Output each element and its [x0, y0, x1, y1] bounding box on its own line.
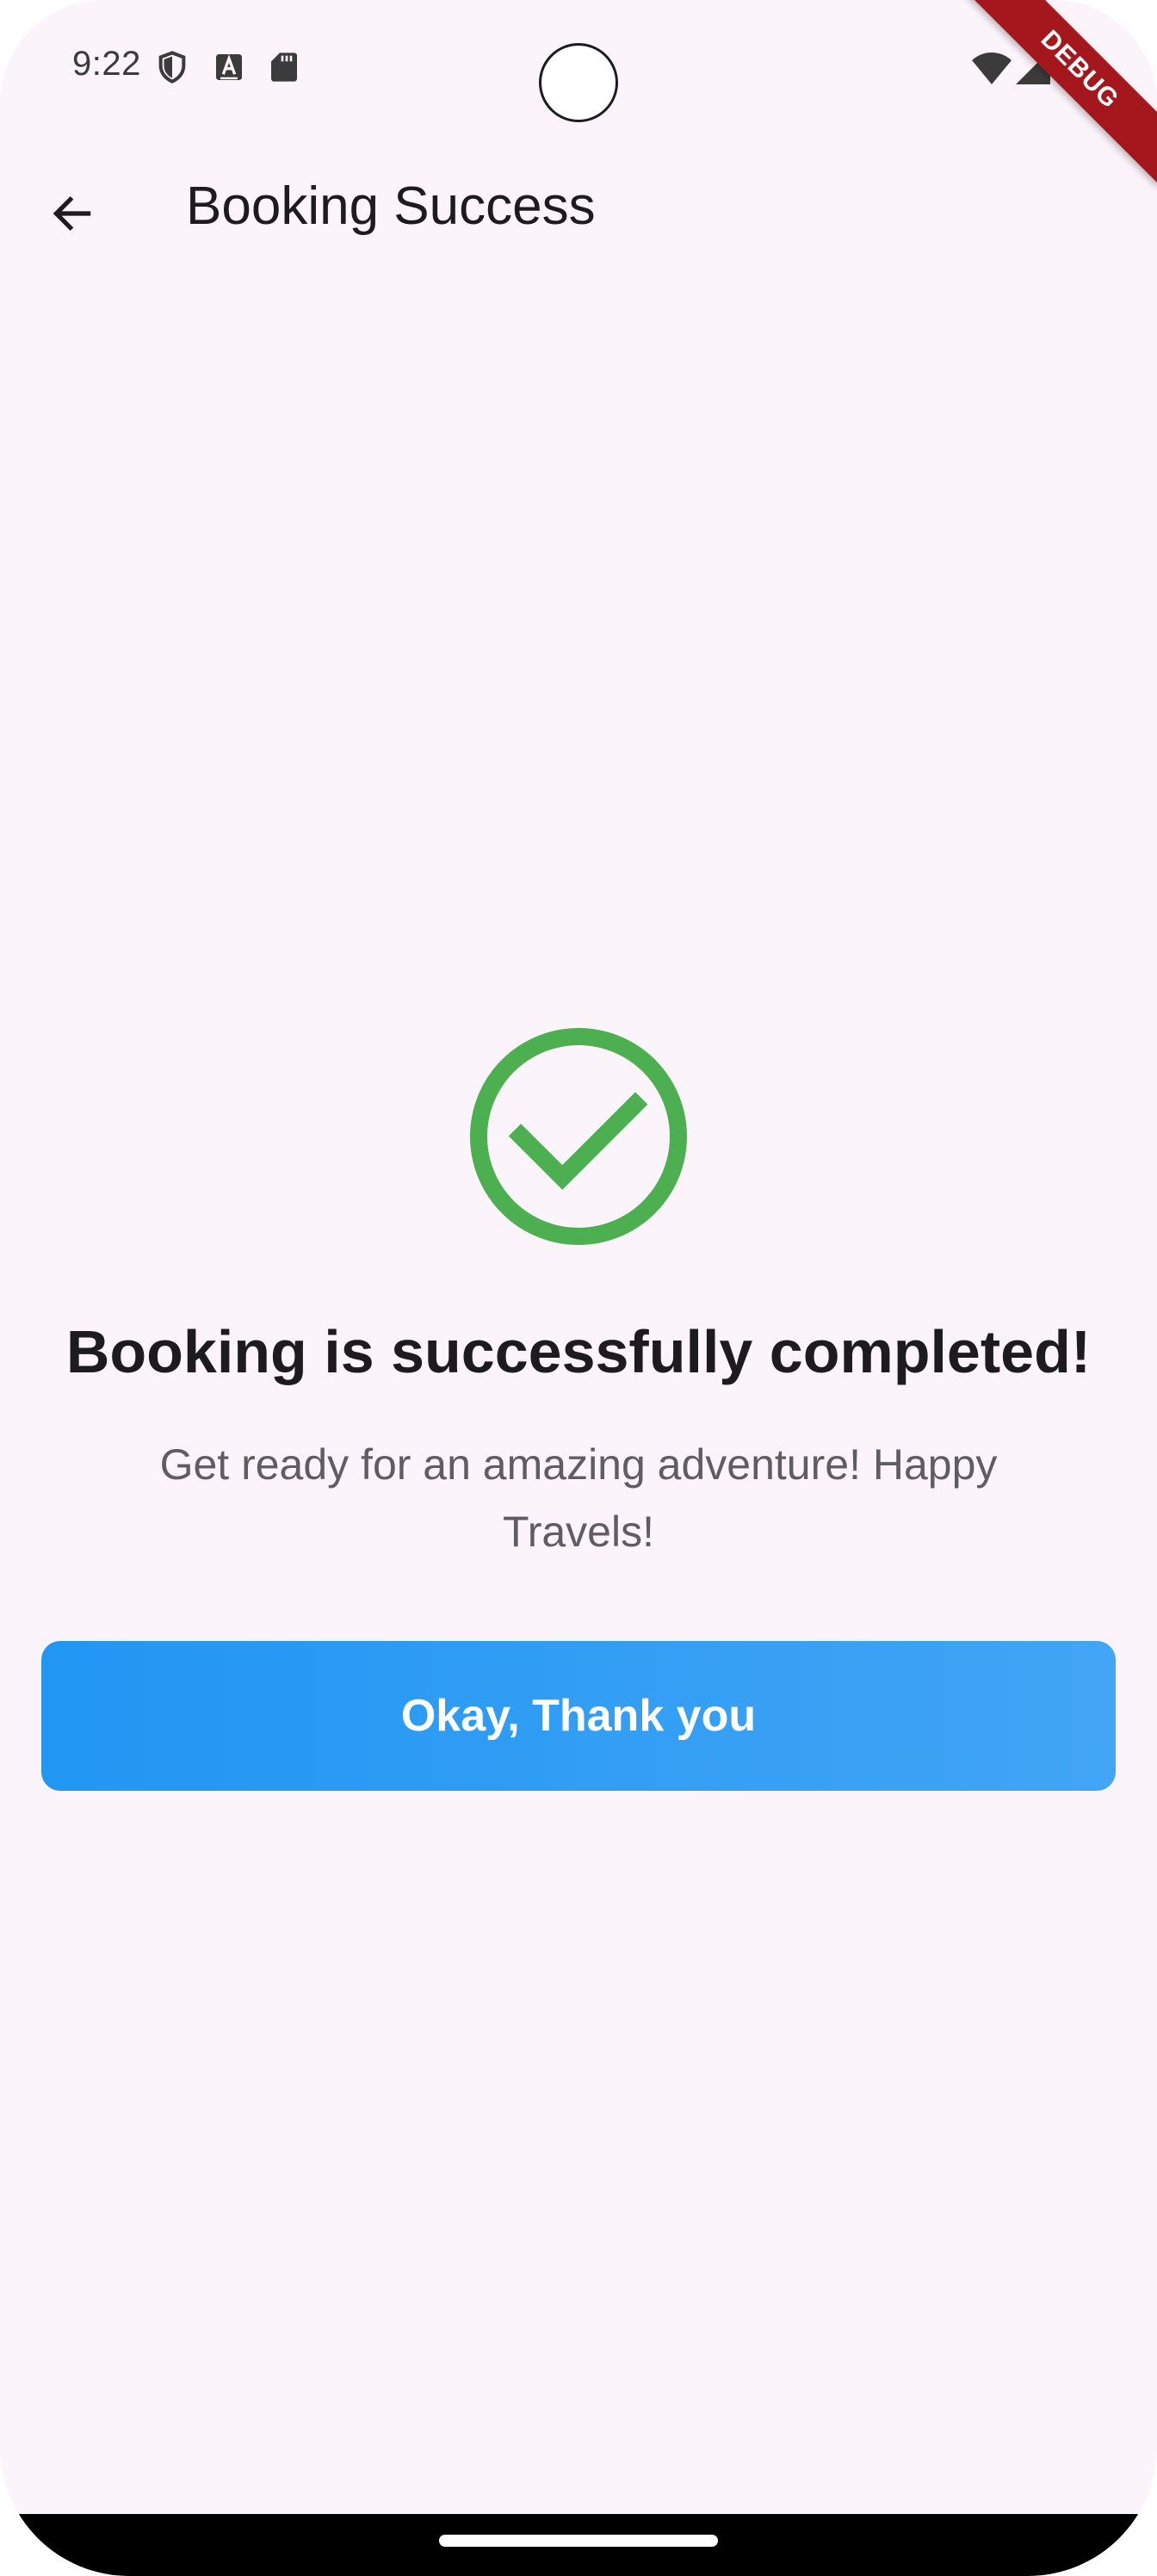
- check-circle-icon: [468, 1026, 689, 1247]
- status-time: 9:22: [72, 45, 141, 83]
- text-a-icon: [212, 50, 246, 84]
- success-headline: Booking is successfully completed!: [65, 1318, 1092, 1385]
- back-button[interactable]: [31, 172, 114, 255]
- camera-cutout: [539, 43, 618, 122]
- okay-thank-you-label: Okay, Thank you: [400, 1691, 757, 1741]
- success-message: Get ready for an amazing adventure! Happ…: [159, 1440, 998, 1556]
- page-title: Booking Success: [186, 176, 596, 236]
- app-bar: Booking Success: [0, 138, 1157, 282]
- phone-screen: 9:22 DEBUG Booking Success Booking is su…: [0, 0, 1157, 2576]
- wifi-icon: [971, 48, 1012, 86]
- sd-card-icon: [267, 50, 301, 84]
- okay-thank-you-button[interactable]: Okay, Thank you: [41, 1641, 1116, 1791]
- home-gesture-handle[interactable]: [439, 2535, 718, 2547]
- shield-icon: [155, 50, 189, 84]
- arrow-back-icon: [48, 189, 96, 238]
- status-bar: 9:22 DEBUG: [0, 0, 1157, 185]
